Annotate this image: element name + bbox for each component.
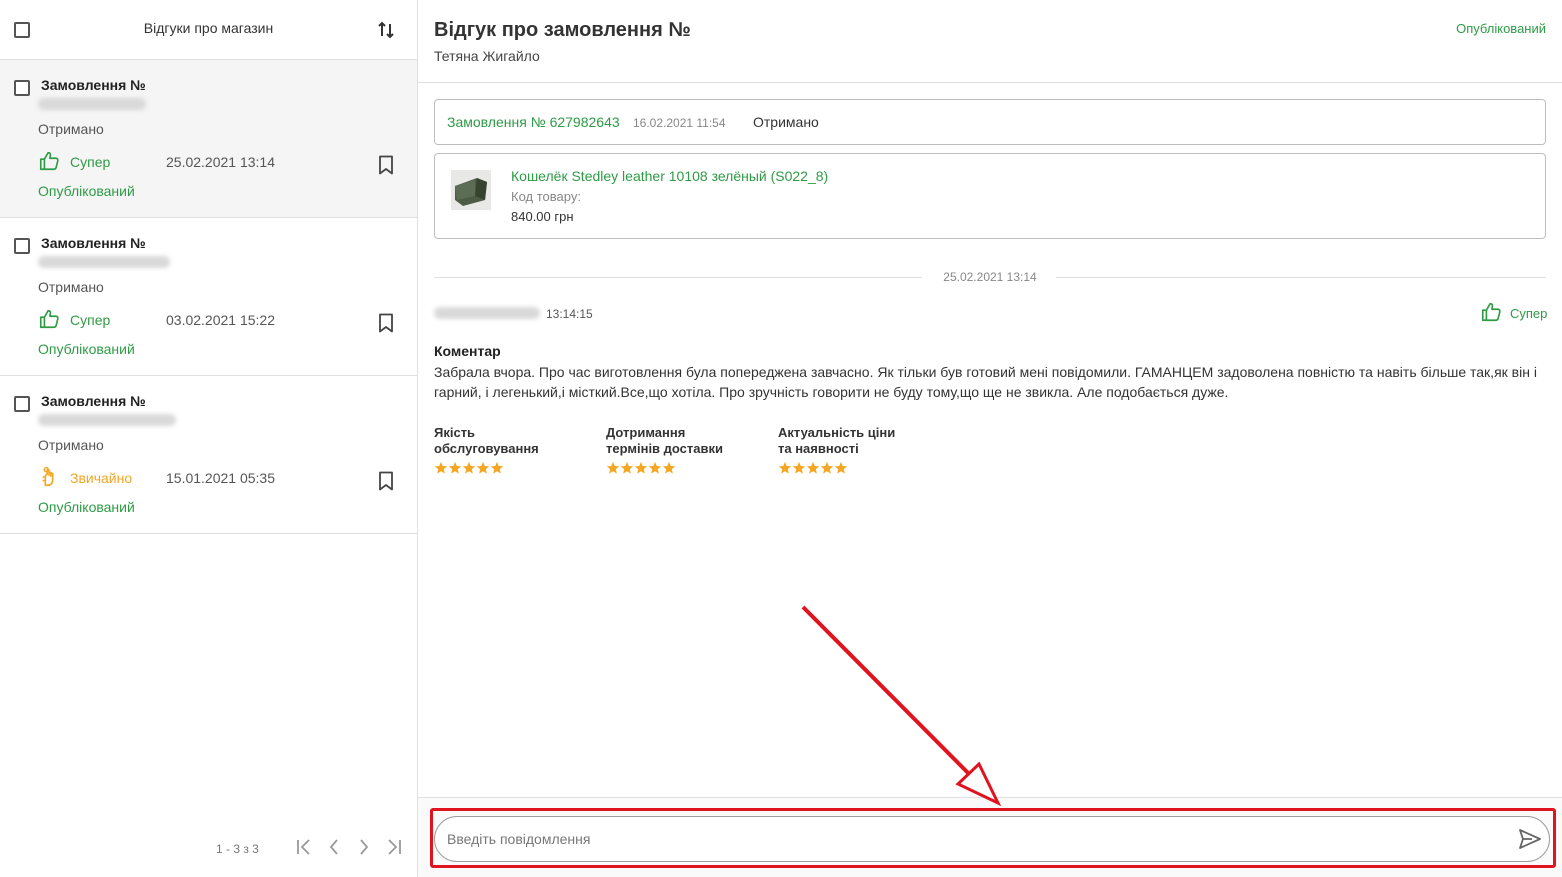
star-icon: [476, 461, 490, 474]
detail-title: Відгук про замовлення №: [434, 19, 691, 41]
pagination-range: 1 - 3 з 3: [216, 842, 259, 856]
criterion-delivery-terms: Дотримання термінів доставки: [606, 425, 766, 475]
ok-hand-icon: [42, 466, 54, 487]
criterion-price-availability: Актуальність ціни та наявності: [778, 425, 938, 475]
criterion-label: Актуальність ціни та наявності: [778, 425, 896, 456]
item-date: 25.02.2021 13:14: [166, 154, 275, 170]
star-icon: [434, 461, 448, 474]
review-rating: Супер: [1510, 306, 1548, 321]
order-info-box: Замовлення № 627982643 16.02.2021 11:54 …: [434, 99, 1546, 145]
review-author-blurred: [434, 307, 540, 319]
star-icon: [834, 461, 848, 474]
item-published-status: Опублікований: [38, 499, 135, 515]
item-rating: Супер: [70, 312, 111, 328]
list-item[interactable]: Замовлення № Отримано Звичайно 15.01.202…: [0, 376, 417, 534]
item-customer-name-blurred: [38, 256, 170, 268]
star-icon: [792, 461, 806, 474]
item-date: 15.01.2021 05:35: [166, 470, 275, 486]
star-rating: [434, 461, 594, 475]
detail-status: Опублікований: [1456, 21, 1546, 36]
order-date: 16.02.2021 11:54: [633, 116, 726, 130]
review-date-divider: 25.02.2021 13:14: [943, 270, 1037, 284]
prev-page-icon[interactable]: [324, 837, 344, 857]
thumbs-up-icon: [39, 309, 59, 329]
bookmark-icon[interactable]: [377, 155, 395, 175]
star-icon: [620, 461, 634, 474]
item-published-status: Опублікований: [38, 341, 135, 357]
star-icon: [662, 461, 676, 474]
product-box: Кошелёк Stedley leather 10108 зелёный (S…: [434, 153, 1546, 239]
star-icon: [490, 461, 504, 474]
criterion-label: Якість обслуговування: [434, 425, 539, 456]
next-page-icon[interactable]: [354, 837, 374, 857]
product-link[interactable]: Кошелёк Stedley leather 10108 зелёный (S…: [511, 168, 828, 184]
star-icon: [806, 461, 820, 474]
divider-right: [1056, 277, 1546, 278]
bookmark-icon[interactable]: [377, 471, 395, 491]
product-image: [451, 170, 491, 210]
star-rating: [606, 461, 766, 475]
list-title: Відгуки про магазин: [143, 20, 274, 36]
item-order-label: Замовлення №: [41, 393, 146, 409]
order-status: Отримано: [753, 114, 819, 130]
star-icon: [778, 461, 792, 474]
star-icon: [448, 461, 462, 474]
message-input[interactable]: [434, 816, 1550, 862]
list-header: Відгуки про магазин: [0, 0, 417, 60]
criterion-service-quality: Якість обслуговування: [434, 425, 594, 475]
bookmark-icon[interactable]: [377, 313, 395, 333]
product-code-label: Код товару:: [511, 189, 581, 204]
item-order-label: Замовлення №: [41, 235, 146, 251]
item-checkbox[interactable]: [14, 396, 30, 412]
item-published-status: Опублікований: [38, 183, 135, 199]
item-date: 03.02.2021 15:22: [166, 312, 275, 328]
item-status: Отримано: [38, 121, 104, 137]
star-icon: [606, 461, 620, 474]
list-item[interactable]: Замовлення № Отримано Супер 25.02.2021 1…: [0, 60, 417, 218]
last-page-icon[interactable]: [384, 837, 404, 857]
star-icon: [634, 461, 648, 474]
review-time: 13:14:15: [546, 307, 593, 321]
send-icon[interactable]: [1518, 828, 1542, 850]
item-status: Отримано: [38, 279, 104, 295]
pagination: 1 - 3 з 3: [0, 817, 418, 877]
criterion-label: Дотримання термінів доставки: [606, 425, 723, 456]
item-customer-name-blurred: [38, 414, 176, 426]
star-icon: [820, 461, 834, 474]
comment-label: Коментар: [434, 343, 501, 359]
item-checkbox[interactable]: [14, 238, 30, 254]
divider-left: [434, 277, 922, 278]
thumbs-up-icon: [39, 151, 59, 171]
reviews-list-panel: Відгуки про магазин Замовлення № Отриман…: [0, 0, 418, 877]
star-rating: [778, 461, 938, 475]
item-status: Отримано: [38, 437, 104, 453]
star-icon: [648, 461, 662, 474]
item-order-label: Замовлення №: [41, 77, 146, 93]
star-icon: [462, 461, 476, 474]
comment-text: Забрала вчора. Про час виготовлення була…: [434, 364, 1537, 400]
sort-icon[interactable]: [376, 20, 396, 40]
thumbs-up-icon: [1481, 302, 1501, 322]
item-rating: Супер: [70, 154, 111, 170]
list-item[interactable]: Замовлення № Отримано Супер 03.02.2021 1…: [0, 218, 417, 376]
item-customer-name-blurred: [38, 98, 146, 110]
detail-header: Відгук про замовлення № Тетяна Жигайло О…: [418, 0, 1562, 83]
item-rating: Звичайно: [70, 470, 133, 486]
detail-author: Тетяна Жигайло: [434, 48, 540, 64]
order-link[interactable]: Замовлення № 627982643: [447, 114, 620, 130]
first-page-icon[interactable]: [294, 837, 314, 857]
review-detail-panel: Відгук про замовлення № Тетяна Жигайло О…: [418, 0, 1562, 877]
product-price: 840.00 грн: [511, 209, 574, 224]
item-checkbox[interactable]: [14, 80, 30, 96]
